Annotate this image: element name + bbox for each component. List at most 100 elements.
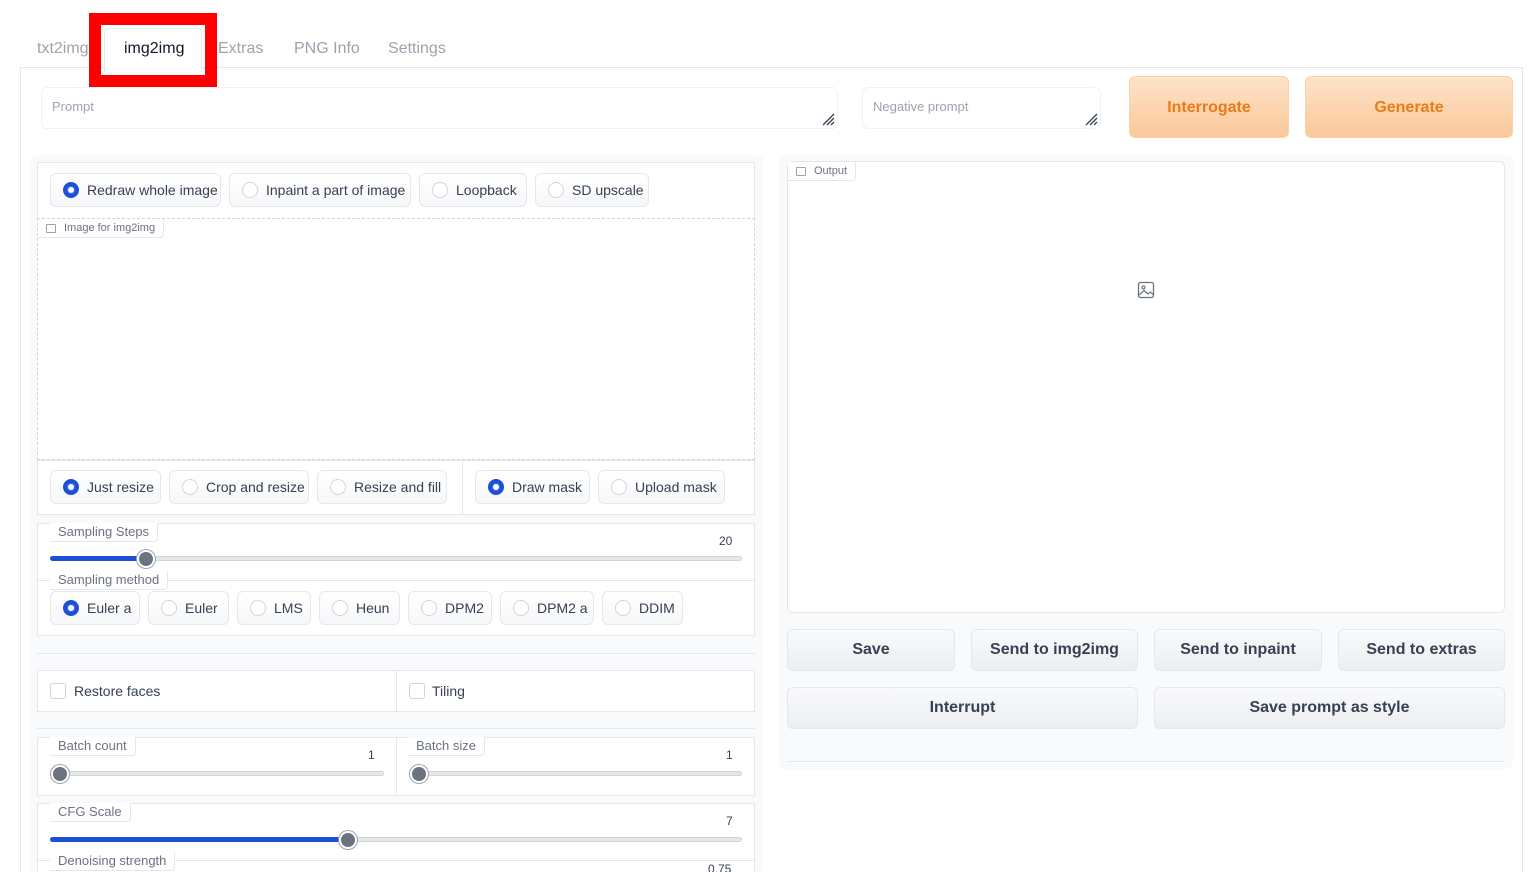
denoising-strength-label: Denoising strength bbox=[50, 852, 176, 871]
negative-prompt-placeholder: Negative prompt bbox=[873, 99, 969, 114]
image-input-label-text: Image for img2img bbox=[64, 222, 156, 234]
restore-faces-checkbox[interactable] bbox=[50, 683, 66, 699]
negative-prompt-input[interactable]: Negative prompt bbox=[862, 87, 1101, 129]
group-divider bbox=[462, 460, 463, 515]
radio-icon bbox=[242, 182, 258, 198]
image-icon bbox=[796, 166, 806, 176]
radio-icon bbox=[611, 479, 627, 495]
sampler-euler[interactable]: Euler bbox=[148, 591, 229, 625]
sampler-lms[interactable]: LMS bbox=[237, 591, 311, 625]
sampler-label: DDIM bbox=[639, 600, 675, 616]
prompt-placeholder: Prompt bbox=[52, 99, 94, 114]
interrogate-button[interactable]: Interrogate bbox=[1129, 76, 1289, 138]
mask-label: Upload mask bbox=[635, 479, 717, 495]
image-input-label: Image for img2img bbox=[38, 219, 165, 238]
sampling-steps-label: Sampling Steps bbox=[50, 523, 159, 542]
tab-img2img[interactable]: img2img bbox=[124, 38, 184, 60]
radio-icon bbox=[548, 182, 564, 198]
batch-count-handle[interactable] bbox=[51, 765, 69, 783]
interrupt-button[interactable]: Interrupt bbox=[787, 687, 1138, 729]
resize-label: Crop and resize bbox=[206, 479, 305, 495]
mode-label: SD upscale bbox=[572, 182, 644, 198]
resize-grip-icon[interactable] bbox=[1084, 112, 1098, 126]
tab-txt2img[interactable]: txt2img bbox=[37, 38, 89, 60]
radio-icon bbox=[161, 600, 177, 616]
batch-size-track[interactable] bbox=[409, 771, 742, 776]
sampling-steps-handle[interactable] bbox=[137, 550, 155, 568]
generate-button[interactable]: Generate bbox=[1305, 76, 1513, 138]
mask-label: Draw mask bbox=[512, 479, 583, 495]
output-label: Output bbox=[788, 162, 857, 181]
radio-icon bbox=[513, 600, 529, 616]
radio-icon bbox=[615, 600, 631, 616]
mode-label: Loopback bbox=[456, 182, 517, 198]
tab-png-info[interactable]: PNG Info bbox=[294, 38, 360, 60]
batch-size-handle[interactable] bbox=[410, 765, 428, 783]
tab-bar-border bbox=[20, 67, 1523, 68]
tiling-label: Tiling bbox=[432, 683, 465, 699]
sampler-label: Euler bbox=[185, 600, 218, 616]
image-upload-area[interactable] bbox=[37, 218, 755, 460]
mask-draw-mask[interactable]: Draw mask bbox=[475, 470, 590, 504]
mode-inpaint[interactable]: Inpaint a part of image bbox=[229, 173, 411, 207]
group-divider bbox=[396, 670, 397, 712]
tiling-checkbox[interactable] bbox=[409, 683, 425, 699]
radio-selected-icon bbox=[63, 479, 79, 495]
sampler-heun[interactable]: Heun bbox=[319, 591, 400, 625]
divider bbox=[787, 761, 1505, 762]
panel-border-left bbox=[20, 67, 21, 872]
sampling-steps-fill bbox=[50, 556, 146, 561]
sampler-label: DPM2 a bbox=[537, 600, 588, 616]
sampler-dpm2[interactable]: DPM2 bbox=[408, 591, 492, 625]
sampler-ddim[interactable]: DDIM bbox=[602, 591, 683, 625]
output-gallery[interactable] bbox=[787, 161, 1505, 613]
mode-sd-upscale[interactable]: SD upscale bbox=[535, 173, 649, 207]
cfg-scale-value[interactable]: 7 bbox=[726, 814, 733, 828]
batch-size-value[interactable]: 1 bbox=[726, 748, 733, 762]
mode-redraw-whole-image[interactable]: Redraw whole image bbox=[50, 173, 221, 207]
prompt-input[interactable]: Prompt bbox=[41, 87, 838, 129]
sampler-dpm2-a[interactable]: DPM2 a bbox=[500, 591, 594, 625]
sampler-label: DPM2 bbox=[445, 600, 484, 616]
output-label-text: Output bbox=[814, 165, 848, 177]
cfg-scale-handle[interactable] bbox=[339, 831, 357, 849]
sampler-label: LMS bbox=[274, 600, 303, 616]
resize-label: Resize and fill bbox=[354, 479, 442, 495]
radio-selected-icon bbox=[63, 182, 79, 198]
divider bbox=[37, 728, 755, 729]
sampler-label: Euler a bbox=[87, 600, 132, 616]
send-to-inpaint-button[interactable]: Send to inpaint bbox=[1154, 629, 1322, 671]
save-button[interactable]: Save bbox=[787, 629, 955, 671]
tab-extras[interactable]: Extras bbox=[218, 38, 263, 60]
tab-settings[interactable]: Settings bbox=[388, 38, 446, 60]
divider bbox=[37, 653, 755, 654]
denoising-strength-value[interactable]: 0.75 bbox=[708, 862, 731, 872]
send-to-img2img-button[interactable]: Send to img2img bbox=[971, 629, 1138, 671]
cfg-scale-fill bbox=[50, 837, 348, 842]
group-divider bbox=[396, 737, 397, 796]
batch-size-label: Batch size bbox=[408, 737, 485, 756]
batch-count-track[interactable] bbox=[50, 771, 384, 776]
save-prompt-as-style-button[interactable]: Save prompt as style bbox=[1154, 687, 1505, 729]
sampling-method-label: Sampling method bbox=[50, 571, 169, 590]
radio-icon bbox=[182, 479, 198, 495]
batch-count-value[interactable]: 1 bbox=[368, 748, 375, 762]
send-to-extras-button[interactable]: Send to extras bbox=[1338, 629, 1505, 671]
resize-grip-icon[interactable] bbox=[821, 112, 835, 126]
radio-icon bbox=[250, 600, 266, 616]
resize-resize-and-fill[interactable]: Resize and fill bbox=[317, 470, 447, 504]
batch-count-label: Batch count bbox=[50, 737, 136, 756]
image-icon bbox=[46, 223, 56, 233]
panel-border-right bbox=[1522, 67, 1523, 872]
sampler-euler-a[interactable]: Euler a bbox=[50, 591, 140, 625]
image-placeholder-icon bbox=[1137, 281, 1155, 299]
resize-crop-and-resize[interactable]: Crop and resize bbox=[169, 470, 309, 504]
mode-loopback[interactable]: Loopback bbox=[419, 173, 527, 207]
sampling-steps-value[interactable]: 20 bbox=[719, 534, 732, 548]
radio-icon bbox=[421, 600, 437, 616]
resize-just-resize[interactable]: Just resize bbox=[50, 470, 161, 504]
resize-label: Just resize bbox=[87, 479, 154, 495]
radio-selected-icon bbox=[488, 479, 504, 495]
radio-icon bbox=[332, 600, 348, 616]
mask-upload-mask[interactable]: Upload mask bbox=[598, 470, 725, 504]
